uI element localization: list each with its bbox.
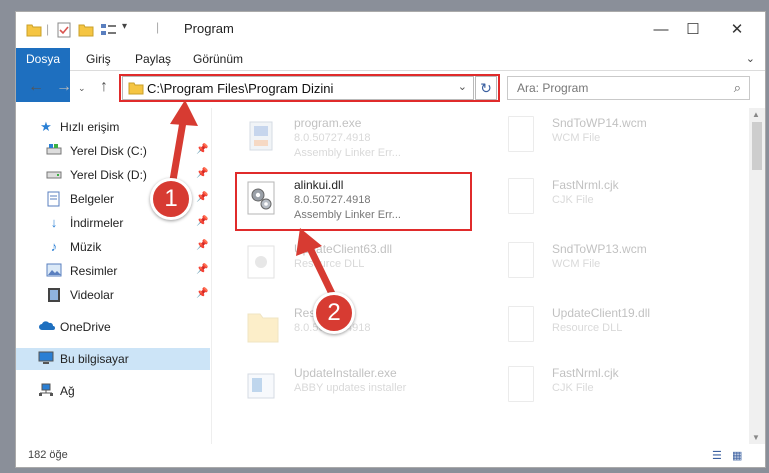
step-badge-1: 1 — [150, 178, 192, 220]
step-badge-2: 2 — [313, 292, 355, 334]
annotation-arrows — [168, 100, 339, 304]
